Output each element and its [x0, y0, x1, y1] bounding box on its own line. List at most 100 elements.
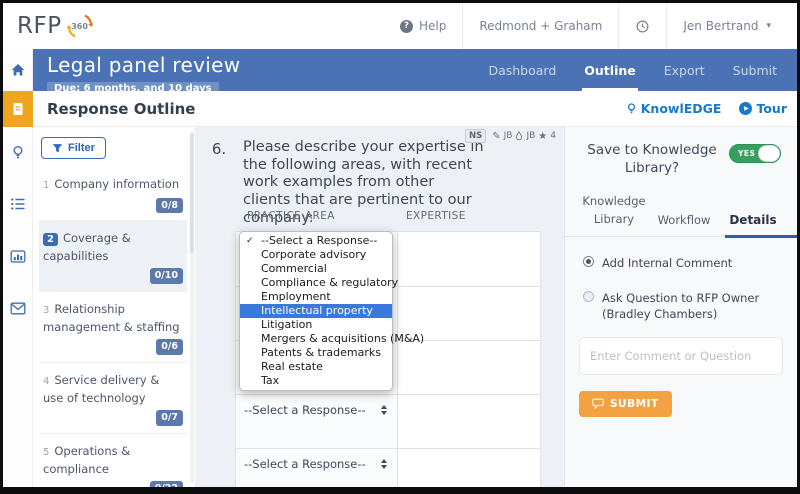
topbar: RFP 360 ? Help Redmond + Graham: [3, 3, 797, 49]
answer-table-headers: PRACTICE AREA EXPERTISE: [195, 210, 466, 222]
clock-icon: [635, 19, 650, 34]
option-label: Employment: [261, 290, 331, 303]
star-icon: ★: [538, 131, 547, 142]
toolbar-links: KnowlEDGE ▶ Tour: [626, 101, 787, 116]
tab-knowledge-library[interactable]: Knowledge Library: [581, 193, 647, 228]
section-label: Relationship management & staffing: [43, 302, 180, 334]
logo-360-text: 360: [65, 11, 95, 41]
question-meta: NS ✎ JB JB ★ 4: [465, 129, 556, 143]
checklist-icon: [10, 197, 26, 211]
history-button[interactable]: [619, 3, 666, 49]
project-header: Legal panel review Due: 6 months, and 10…: [33, 49, 797, 91]
save-to-library-row: Save to Knowledge Library? YES: [565, 127, 797, 177]
check-icon: ✓: [246, 234, 254, 248]
sidebar-item-operations-compliance[interactable]: 5Operations & compliance 0/22: [39, 433, 187, 487]
lightbulb-icon: [11, 145, 25, 160]
sidebar-item-company-information[interactable]: 1Company information 0/8: [39, 167, 187, 220]
dropdown-option[interactable]: Commercial: [240, 262, 392, 276]
section-number: 5: [43, 447, 49, 458]
dropdown-option[interactable]: Tax: [240, 374, 392, 388]
help-link[interactable]: ? Help: [384, 3, 462, 49]
option-label: Litigation: [261, 318, 312, 331]
dropdown-option[interactable]: Real estate: [240, 360, 392, 374]
dropdown-option[interactable]: ✓ --Select a Response--: [240, 234, 392, 248]
workspace-switcher[interactable]: Redmond + Graham: [463, 3, 618, 49]
dropdown-option[interactable]: Patents & trademarks: [240, 346, 392, 360]
sidebar-item-coverage-capabilities[interactable]: 2Coverage & capabilities 0/10: [39, 220, 187, 291]
toggle-knob: [758, 145, 780, 162]
page-toolbar: Response Outline KnowlEDGE ▶ Tour: [33, 91, 797, 127]
dropdown-option[interactable]: Employment: [240, 290, 392, 304]
option-label: Mergers & acquisitions (M&A): [261, 332, 424, 345]
nav-dashboard[interactable]: Dashboard: [474, 49, 570, 91]
radio-label: Ask Question to RFP Owner (Bradley Chamb…: [602, 290, 783, 323]
chevron-down-icon: ▾: [766, 21, 771, 31]
submit-button[interactable]: SUBMIT: [579, 391, 672, 417]
topbar-right: ? Help Redmond + Graham Jen Bertrand ▾: [384, 3, 787, 49]
nav-outline[interactable]: Outline: [570, 49, 649, 91]
option-label: Tax: [261, 374, 279, 387]
analytics-nav-button[interactable]: [3, 243, 33, 269]
dropdown-option[interactable]: Compliance & regulatory: [240, 276, 392, 290]
dropdown-option[interactable]: Mergers & acquisitions (M&A): [240, 332, 392, 346]
table-row: --Select a Response--: [236, 448, 540, 487]
active-tab-underline: [725, 235, 797, 238]
expertise-cell[interactable]: [398, 449, 540, 487]
practice-area-cell: --Select a Response--: [236, 449, 398, 487]
workspace-label: Redmond + Graham: [479, 19, 602, 33]
progress-badge: 0/22: [150, 481, 183, 487]
knowledge-link[interactable]: KnowlEDGE: [626, 101, 722, 116]
tour-link[interactable]: ▶ Tour: [739, 101, 787, 116]
option-label: --Select a Response--: [261, 234, 377, 247]
page-title: Response Outline: [47, 100, 195, 118]
radio-ask-question[interactable]: Ask Question to RFP Owner (Bradley Chamb…: [565, 290, 797, 323]
practice-area-select[interactable]: --Select a Response--: [244, 457, 389, 471]
option-label: Commercial: [261, 262, 327, 275]
checklist-nav-button[interactable]: [3, 191, 33, 217]
knowledge-label: KnowlEDGE: [641, 101, 722, 116]
expertise-cell[interactable]: [398, 395, 540, 448]
progress-badge: 0/10: [150, 268, 183, 284]
home-nav-button[interactable]: [3, 57, 33, 83]
practice-area-dropdown-menu: ✓ --Select a Response-- Corporate adviso…: [239, 231, 393, 391]
dropdown-option-highlighted[interactable]: Intellectual property: [240, 304, 392, 318]
sidebar-item-service-delivery[interactable]: 4Service delivery & use of technology 0/…: [39, 362, 187, 433]
radio-add-internal-comment[interactable]: Add Internal Comment: [565, 255, 797, 272]
filter-funnel-icon: [52, 143, 63, 154]
section-number: 3: [43, 305, 49, 316]
section-number: 4: [43, 376, 49, 387]
nav-submit[interactable]: Submit: [719, 49, 791, 91]
help-icon: ?: [400, 20, 413, 33]
droplet-icon: [515, 131, 523, 141]
rfp360-logo: RFP 360: [17, 11, 95, 41]
tab-workflow[interactable]: Workflow: [651, 213, 717, 228]
option-label: Intellectual property: [261, 304, 373, 317]
sidebar-item-relationship-management[interactable]: 3Relationship management & staffing 0/6: [39, 291, 187, 362]
main-area: Filter 1Company information 0/8 2Coverag…: [33, 127, 797, 487]
user-name: Jen Bertrand: [683, 19, 758, 33]
select-value: --Select a Response--: [244, 403, 366, 417]
option-label: Real estate: [261, 360, 323, 373]
bar-chart-icon: [10, 249, 26, 264]
save-toggle[interactable]: YES: [729, 144, 781, 163]
user-menu[interactable]: Jen Bertrand ▾: [667, 3, 787, 49]
practice-area-select[interactable]: --Select a Response--: [244, 403, 389, 417]
logo-text: RFP: [17, 13, 62, 39]
insights-nav-button[interactable]: [3, 139, 33, 165]
sidebar-scrollbar-thumb[interactable]: [190, 133, 194, 253]
messages-nav-button[interactable]: [3, 295, 33, 321]
expertise-cell[interactable]: [398, 341, 540, 394]
expertise-cell[interactable]: [398, 232, 540, 286]
section-label: Operations & compliance: [43, 444, 130, 476]
app-window: RFP 360 ? Help Redmond + Graham: [0, 0, 800, 494]
dropdown-option[interactable]: Litigation: [240, 318, 392, 332]
submit-label: SUBMIT: [610, 398, 659, 410]
dropdown-option[interactable]: Corporate advisory: [240, 248, 392, 262]
outline-nav-button-active[interactable]: [3, 91, 33, 127]
filter-button[interactable]: Filter: [41, 137, 106, 159]
comment-input[interactable]: [579, 337, 783, 375]
nav-export[interactable]: Export: [650, 49, 719, 91]
tab-details[interactable]: Details: [721, 213, 785, 228]
project-title-block: Legal panel review Due: 6 months, and 10…: [33, 49, 240, 91]
section-label: Company information: [54, 177, 179, 191]
